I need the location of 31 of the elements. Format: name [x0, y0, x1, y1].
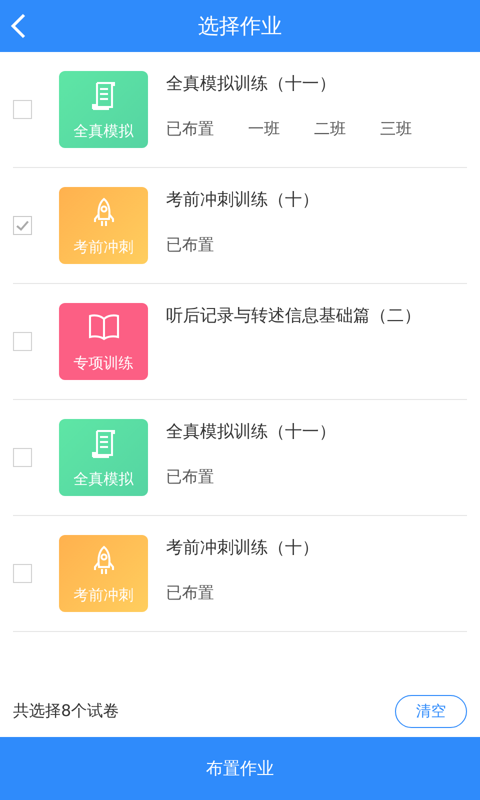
checkbox[interactable] — [13, 216, 32, 235]
tile-label: 全真模拟 — [74, 470, 134, 489]
assign-button[interactable]: 布置作业 — [0, 737, 480, 800]
assignment-title: 听后记录与转述信息基础篇（二） — [166, 305, 421, 327]
page-title: 选择作业 — [198, 13, 282, 40]
assignment-title: 全真模拟训练（十一） — [166, 421, 336, 443]
selection-count: 共选择8个试卷 — [13, 700, 120, 722]
clear-button[interactable]: 清空 — [395, 694, 467, 728]
tile-label: 全真模拟 — [74, 122, 134, 141]
assignment-title: 考前冲刺训练（十） — [166, 189, 319, 211]
class-label: 二班 — [314, 119, 346, 140]
status-label: 已布置 — [166, 235, 214, 256]
status-label: 已布置 — [166, 119, 214, 140]
tile-label: 考前冲刺 — [74, 238, 134, 257]
book-icon — [88, 313, 120, 341]
status-label: 已布置 — [166, 583, 214, 604]
status-label: 已布置 — [166, 467, 214, 488]
class-label: 一班 — [248, 119, 280, 140]
assignment-title: 全真模拟训练（十一） — [166, 73, 337, 95]
tile-label: 考前冲刺 — [74, 586, 134, 605]
scroll-icon — [90, 429, 116, 459]
checkbox[interactable] — [13, 332, 32, 351]
checkbox[interactable] — [13, 564, 32, 583]
assignment-title: 考前冲刺训练（十） — [166, 537, 319, 559]
back-icon — [10, 13, 26, 39]
class-label: 三班 — [380, 119, 412, 140]
checkbox[interactable] — [13, 448, 32, 467]
tile-label: 专项训练 — [74, 354, 134, 373]
checkbox[interactable] — [13, 100, 32, 119]
scroll-icon — [90, 81, 116, 111]
back-button[interactable] — [10, 13, 26, 39]
